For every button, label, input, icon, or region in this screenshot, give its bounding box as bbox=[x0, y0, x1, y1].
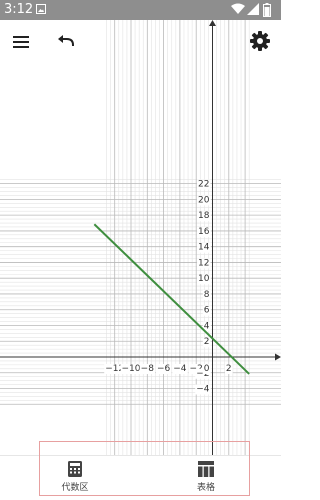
settings-button[interactable] bbox=[246, 27, 274, 55]
y-tick-label: 22 bbox=[198, 180, 209, 190]
status-time: 3:12 bbox=[4, 2, 34, 17]
y-tick-label: 10 bbox=[198, 274, 210, 284]
signal-icon bbox=[247, 3, 259, 15]
wifi-icon bbox=[231, 3, 245, 14]
menu-button[interactable] bbox=[8, 28, 36, 56]
y-tick-label: 6 bbox=[204, 306, 210, 316]
y-tick-label: 20 bbox=[198, 195, 210, 205]
tab-table[interactable]: 表格 bbox=[181, 461, 231, 495]
table-icon bbox=[198, 461, 214, 477]
x-tick-label: −10 bbox=[122, 364, 141, 374]
battery-icon bbox=[263, 3, 271, 17]
x-tick-label: −8 bbox=[141, 364, 155, 374]
origin-label: 0 bbox=[204, 364, 210, 374]
x-tick-label: −6 bbox=[157, 364, 171, 374]
x-tick-label: −4 bbox=[173, 364, 187, 374]
status-bar: 3:12 bbox=[0, 0, 281, 20]
undo-button[interactable] bbox=[53, 28, 81, 56]
tab-algebra-label: 代数区 bbox=[61, 483, 89, 493]
x-tick-label: 2 bbox=[226, 364, 232, 374]
tab-algebra[interactable]: 代数区 bbox=[50, 461, 100, 495]
image-icon bbox=[36, 4, 46, 14]
y-tick-label: 2 bbox=[204, 337, 210, 347]
x-axis-arrow bbox=[275, 353, 281, 361]
calculator-icon bbox=[68, 461, 82, 477]
menu-icon bbox=[13, 36, 29, 48]
y-axis-arrow bbox=[209, 20, 216, 26]
y-tick-label: 8 bbox=[204, 290, 210, 300]
undo-icon bbox=[58, 35, 74, 46]
y-tick-label: −4 bbox=[196, 385, 210, 395]
y-tick-label: 14 bbox=[198, 243, 210, 253]
y-tick-label: 16 bbox=[198, 227, 210, 237]
tab-table-label: 表格 bbox=[196, 483, 215, 493]
graph-canvas[interactable]: −12−10−8−6−4−22−4−22468101214161820220 bbox=[0, 0, 281, 499]
y-tick-label: 18 bbox=[198, 211, 210, 221]
gear-icon bbox=[250, 31, 270, 51]
y-tick-label: 12 bbox=[198, 258, 209, 268]
